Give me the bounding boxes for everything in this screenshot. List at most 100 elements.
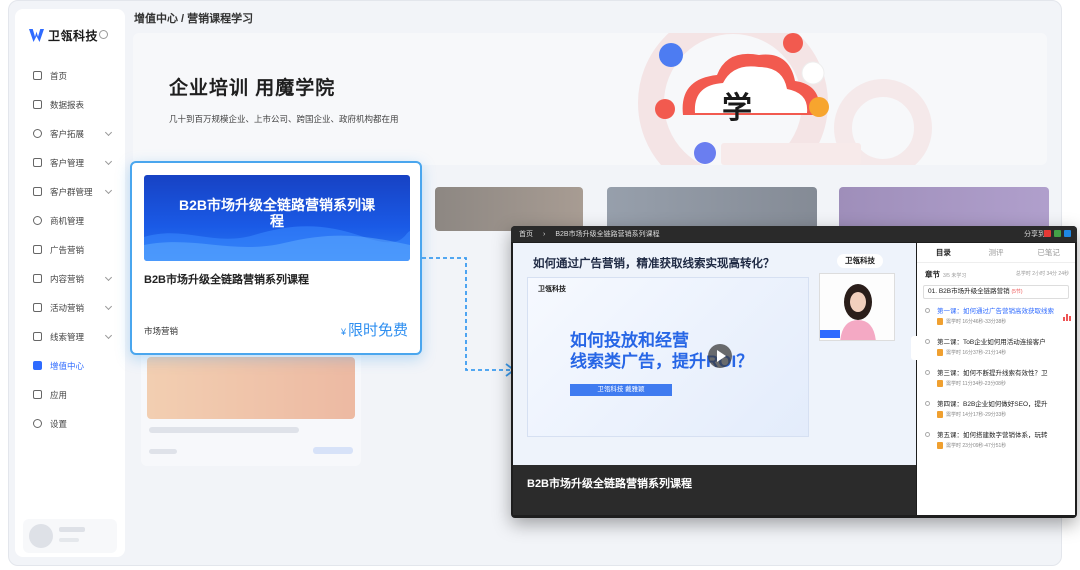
lesson-item[interactable]: 第一课：如何通过广告营销高效获取线索 需学时 16分46秒-33分38秒 [923,305,1071,336]
hero-illustration: 学 [638,33,932,165]
wechat-share-icon[interactable] [1054,230,1061,237]
share-buttons [1044,230,1071,237]
sidebar-item[interactable]: 客户群管理 [15,177,125,206]
video-course-title: B2B市场升级全链路营销系列课程 [527,478,693,490]
course-title-placeholder [149,427,299,433]
sidebar-item-label: 内容营销 [50,273,85,284]
sidebar-item-label: 设置 [50,418,68,429]
document-icon [937,318,943,325]
chapter-select-value: 01. B2B市场升级全链路营销 [928,288,1010,295]
sidebar-item[interactable]: 活动营销 [15,293,125,322]
course-cover-image: B2B市场升级全链路营销系列课程 [144,175,410,261]
chapter-header: 章节 3/5 未学习 [925,269,966,280]
sidebar-item-label: 线索管理 [50,331,85,342]
video-caption-bar: B2B市场升级全链路营销系列课程 [513,465,916,515]
lead-icon [33,332,42,341]
course-thumbnail[interactable] [435,187,583,231]
slide-speaker-caption: 卫瓴科技 戴雅颖 [570,384,672,396]
document-icon [937,442,943,449]
lesson-list: 第一课：如何通过广告营销高效获取线索 需学时 16分46秒-33分38秒 第二课：T… [923,305,1071,460]
chapter-label: 章节 [925,270,940,279]
breadcrumb-separator: / [178,13,188,25]
lesson-duration: 需学时 16分46秒-33分38秒 [946,319,1007,325]
group-icon [33,187,42,196]
course-thumbnail[interactable] [607,187,817,231]
breadcrumb-parent[interactable]: 增值中心 [134,13,178,25]
panel-tabs: 目录 测评 已笔记 [917,243,1075,263]
course-category-tag: 市场营销 [144,326,179,336]
breadcrumb: 增值中心 / 营销课程学习 [134,10,253,26]
course-title[interactable]: B2B市场升级全链路营销系列课程 [144,271,309,287]
lesson-item[interactable]: 第二课：ToB企业如何用活动连接客户 需学时 16分37秒-21分14秒 [923,336,1071,367]
user-profile[interactable] [23,519,117,553]
sidebar-item[interactable]: 线索管理 [15,322,125,351]
event-icon [33,303,42,312]
video-brand-tag: 卫瓴科技 [837,254,883,268]
course-card-highlighted[interactable]: B2B市场升级全链路营销系列课程 B2B市场升级全链路营销系列课程 市场营销 ¥… [130,161,422,355]
slide-logo: 卫瓴科技 [538,286,566,293]
chapter-lesson-count: (5节) [1011,289,1023,295]
sidebar-item-label: 首页 [50,70,68,81]
course-thumbnail[interactable] [839,187,1049,231]
settings-icon [33,419,42,428]
pin-icon[interactable] [99,30,108,39]
lesson-meta: 需学时 14分17秒-29分33秒 [937,411,1071,418]
sidebar-item[interactable]: 商机管理 [15,206,125,235]
lesson-title: 第四课：B2B企业如何做好SEO，提升 [937,401,1048,408]
hero-subtitle: 几十到百万规模企业、上市公司、跨国企业、政府机构都在用 [169,114,399,124]
sidebar-item[interactable]: 客户拓展 [15,119,125,148]
sidebar-item-label: 商机管理 [50,215,85,226]
brand[interactable]: 卫瓴科技 [29,27,98,44]
qq-share-icon[interactable] [1064,230,1071,237]
lesson-status-icon [925,370,930,375]
sidebar-item-label: 增值中心 [50,360,85,371]
course-price: ¥ 限时免费 [341,319,408,340]
course-card-background[interactable] [141,351,361,466]
course-price-placeholder [313,447,353,454]
user-role-placeholder [59,538,79,542]
lesson-title: 第二课：ToB企业如何用活动连接客户 [937,339,1046,346]
chapter-select[interactable]: 01. B2B市场升级全链路营销 (5节) [923,285,1069,299]
lesson-item[interactable]: 第四课：B2B企业如何做好SEO，提升需学时 14分17秒-29分33秒 [923,398,1071,429]
sidebar-item[interactable]: 广告营销 [15,235,125,264]
course-catalog-panel: 目录 测评 已笔记 章节 3/5 未学习 总学时 2小时 34分 24秒 01. B2… [917,243,1075,515]
presentation-slide: 卫瓴科技 如何投放和经营 线索类广告，提升ROI？ 卫瓴科技 戴雅颖 [527,277,809,437]
sidebar-item[interactable]: 应用 [15,380,125,409]
play-icon[interactable] [708,344,732,368]
brand-name: 卫瓴科技 [48,29,99,43]
video-stage[interactable]: 如何通过广告营销，精准获取线索实现高转化？ 卫瓴科技 卫瓴科技 如何投放和经营 … [513,243,916,465]
panel-tab[interactable]: 已笔记 [1022,243,1075,262]
panel-tab[interactable]: 目录 [917,243,970,262]
lesson-item[interactable]: 第三课：如何不断提升线索有效性？卫 需学时 11分34秒-23分08秒 [923,367,1071,398]
breadcrumb-current: 营销课程学习 [187,13,254,25]
sidebar-item-label: 客户拓展 [50,128,85,139]
video-player-window: 首页 › B2B市场升级全链路营销系列课程 分享到: 如何通过广告营销，精准获取… [511,226,1077,518]
weibo-share-icon[interactable] [1044,230,1051,237]
sidebar-item[interactable]: 数据报表 [15,90,125,119]
lesson-item[interactable]: 第五课：如何搭建数字营销体系，玩转 需学时 23分09秒-47分51秒 [923,429,1071,460]
hero-art-char: 学 [722,91,752,126]
document-icon [937,411,943,418]
document-icon [937,380,943,387]
now-playing-icon [1063,314,1071,321]
player-breadcrumb-home[interactable]: 首页 [519,229,533,239]
sidebar-item[interactable]: 客户管理 [15,148,125,177]
sidebar-nav: 首页数据报表客户拓展客户管理 客户群管理商机管理广告营销内容营销活动营销线索管理增… [15,61,125,438]
sidebar-item[interactable]: 首页 [15,61,125,90]
brand-logo-icon [29,29,44,42]
sidebar-item[interactable]: 设置 [15,409,125,438]
lesson-title: 第五课：如何搭建数字营销体系，玩转 [937,432,1048,439]
sidebar-item[interactable]: 增值中心 [15,351,125,380]
course-cover-image [147,357,355,419]
chevron-down-icon [104,302,113,311]
lesson-status-icon [925,339,930,344]
course-tag-placeholder [149,449,177,454]
video-question-title: 如何通过广告营销，精准获取线索实现高转化？ [533,258,775,270]
sidebar-item-label: 广告营销 [50,244,85,255]
speaker-avatar [840,284,876,340]
panel-tab[interactable]: 测评 [970,243,1023,262]
sidebar-item[interactable]: 内容营销 [15,264,125,293]
price-label: 限时免费 [347,322,408,339]
connector-arrow-icon [422,257,516,377]
chevron-down-icon [104,128,113,137]
